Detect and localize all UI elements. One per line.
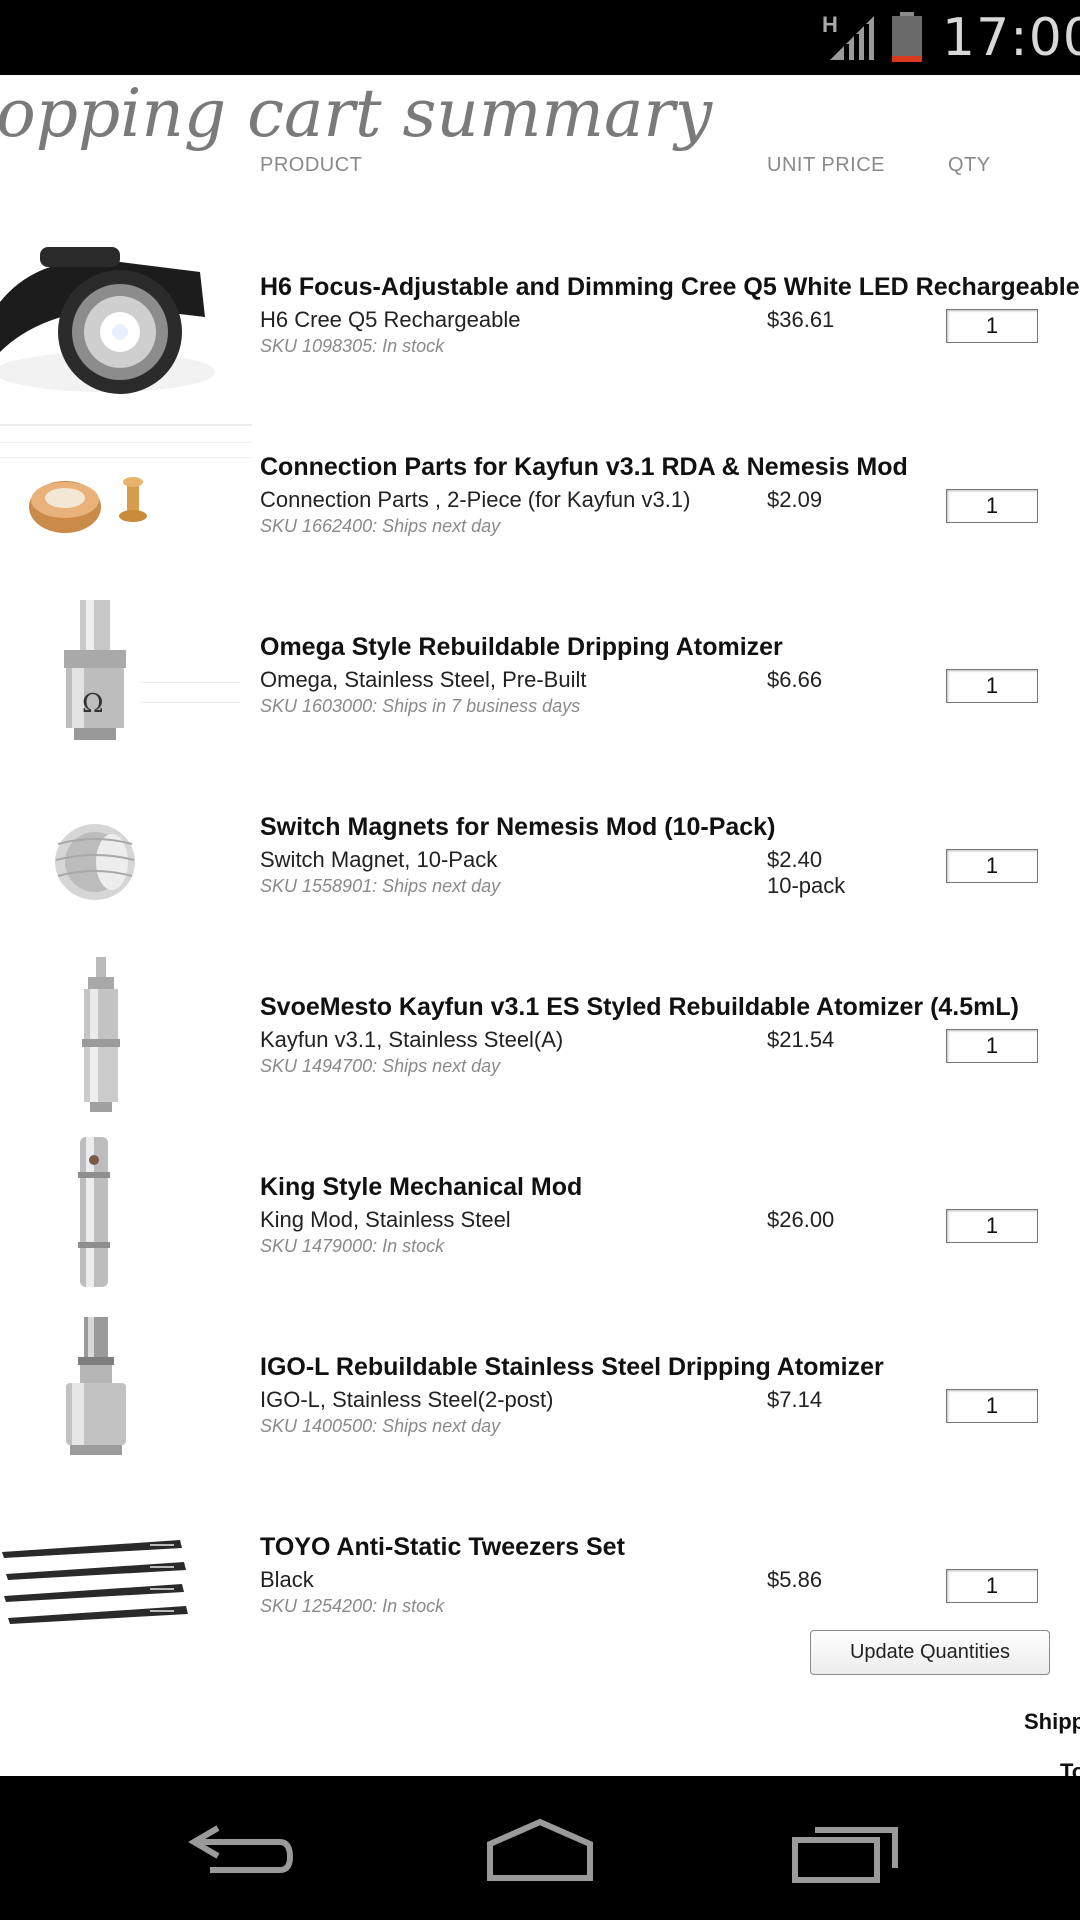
- item-title[interactable]: Connection Parts for Kayfun v3.1 RDA & N…: [260, 453, 908, 482]
- tweezers-image[interactable]: [0, 1492, 252, 1662]
- status-bar: H 17:00: [0, 0, 1080, 75]
- cart-item-row: Ω Omega Style Rebuildable Dripping Atomi…: [0, 592, 1080, 772]
- item-title[interactable]: Switch Magnets for Nemesis Mod (10-Pack): [260, 813, 775, 842]
- cart-item-row: IGO-L Rebuildable Stainless Steel Drippi…: [0, 1312, 1080, 1492]
- total-label: To: [1060, 1759, 1080, 1776]
- item-title[interactable]: TOYO Anti-Static Tweezers Set: [260, 1533, 625, 1562]
- item-price: $2.09: [767, 487, 822, 513]
- clock: 17:00: [942, 8, 1080, 68]
- item-title[interactable]: SvoeMesto Kayfun v3.1 ES Styled Rebuilda…: [260, 993, 1019, 1022]
- item-price: $7.14: [767, 1387, 822, 1413]
- unit-price-value: $2.40: [767, 847, 823, 872]
- item-sku: SKU 1098305: In stock: [260, 336, 445, 356]
- item-variant: IGO-L, Stainless Steel(2-post): [260, 1387, 554, 1412]
- battery-icon: [892, 12, 922, 62]
- item-sku: SKU 1254200: In stock: [260, 1596, 445, 1616]
- unit-price-value: $26.00: [767, 1207, 835, 1232]
- unit-price-value: $6.66: [767, 667, 823, 692]
- item-variant: King Mod, Stainless Steel: [260, 1207, 511, 1232]
- cart-item-row: H6 Focus-Adjustable and Dimming Cree Q5 …: [0, 232, 1080, 412]
- item-variant: Black: [260, 1567, 314, 1592]
- cart-item-row: SvoeMesto Kayfun v3.1 ES Styled Rebuilda…: [0, 952, 1080, 1132]
- quantity-input[interactable]: [946, 489, 1038, 523]
- page-title: opping cart summary: [0, 75, 713, 152]
- unit-price-value: $36.61: [767, 307, 835, 332]
- signal-icon: [830, 16, 874, 60]
- update-quantities-button[interactable]: Update Quantities: [810, 1630, 1050, 1675]
- navigation-bar: [0, 1776, 1080, 1920]
- item-sku: SKU 1494700: Ships next day: [260, 1056, 501, 1076]
- home-button[interactable]: [470, 1812, 610, 1892]
- cart-item-row: Switch Magnets for Nemesis Mod (10-Pack)…: [0, 772, 1080, 952]
- item-sku: SKU 1479000: In stock: [260, 1236, 445, 1256]
- item-title[interactable]: IGO-L Rebuildable Stainless Steel Drippi…: [260, 1353, 884, 1382]
- recents-icon: [792, 1827, 898, 1883]
- column-header-unit-price: UNIT PRICE: [767, 154, 885, 176]
- item-sku: SKU 1603000: Ships in 7 business days: [260, 696, 581, 716]
- item-variant: Switch Magnet, 10-Pack: [260, 847, 498, 872]
- item-price: $26.00: [767, 1207, 834, 1233]
- item-price: $2.40 10-pack: [767, 847, 845, 899]
- quantity-input[interactable]: [946, 1569, 1038, 1603]
- item-price: $5.86: [767, 1567, 822, 1593]
- back-button[interactable]: [170, 1812, 310, 1892]
- item-sku: SKU 1558901: Ships next day: [260, 876, 501, 896]
- quantity-input[interactable]: [946, 1209, 1038, 1243]
- quantity-input[interactable]: [946, 1029, 1038, 1063]
- column-header-qty: QTY: [948, 154, 991, 176]
- unit-price-value: $7.14: [767, 1387, 823, 1412]
- cart-page: opping cart summary PRODUCT UNIT PRICE Q…: [0, 75, 1080, 1776]
- item-price: $6.66: [767, 667, 822, 693]
- item-price: $36.61: [767, 307, 834, 333]
- item-title[interactable]: H6 Focus-Adjustable and Dimming Cree Q5 …: [260, 273, 1080, 302]
- item-variant: Kayfun v3.1, Stainless Steel(A): [260, 1027, 564, 1052]
- unit-price-value: $5.86: [767, 1567, 823, 1592]
- item-sku: SKU 1400500: Ships next day: [260, 1416, 501, 1436]
- cart-item-row: Connection Parts for Kayfun v3.1 RDA & N…: [0, 412, 1080, 592]
- recents-button[interactable]: [775, 1812, 915, 1892]
- connection-parts-image[interactable]: [0, 412, 252, 582]
- unit-price-value: $2.09: [767, 487, 823, 512]
- mod-image[interactable]: [0, 1132, 252, 1302]
- item-variant: Omega, Stainless Steel, Pre-Built: [260, 667, 587, 692]
- atomizer-image[interactable]: Ω: [0, 592, 252, 762]
- item-title[interactable]: Omega Style Rebuildable Dripping Atomize…: [260, 633, 783, 662]
- back-icon: [188, 1825, 294, 1873]
- igo-atomizer-image[interactable]: [0, 1312, 252, 1482]
- price-note: 10-pack: [767, 873, 846, 898]
- kayfun-image[interactable]: [0, 952, 252, 1122]
- column-header-product: PRODUCT: [260, 154, 363, 176]
- item-title[interactable]: King Style Mechanical Mod: [260, 1173, 582, 1202]
- unit-price-value: $21.54: [767, 1027, 835, 1052]
- item-variant: Connection Parts , 2-Piece (for Kayfun v…: [260, 487, 691, 512]
- magnet-image[interactable]: [0, 772, 252, 942]
- shipping-label: Shipp: [1024, 1709, 1080, 1734]
- quantity-input[interactable]: [946, 849, 1038, 883]
- item-sku: SKU 1662400: Ships next day: [260, 516, 501, 536]
- headlamp-image[interactable]: [0, 232, 252, 402]
- cart-item-row: King Style Mechanical Mod King Mod, Stai…: [0, 1132, 1080, 1312]
- item-variant: H6 Cree Q5 Rechargeable: [260, 307, 521, 332]
- item-price: $21.54: [767, 1027, 834, 1053]
- quantity-input[interactable]: [946, 1389, 1038, 1423]
- home-icon: [487, 1818, 593, 1881]
- quantity-input[interactable]: [946, 309, 1038, 343]
- quantity-input[interactable]: [946, 669, 1038, 703]
- svg-text:Ω: Ω: [82, 689, 104, 719]
